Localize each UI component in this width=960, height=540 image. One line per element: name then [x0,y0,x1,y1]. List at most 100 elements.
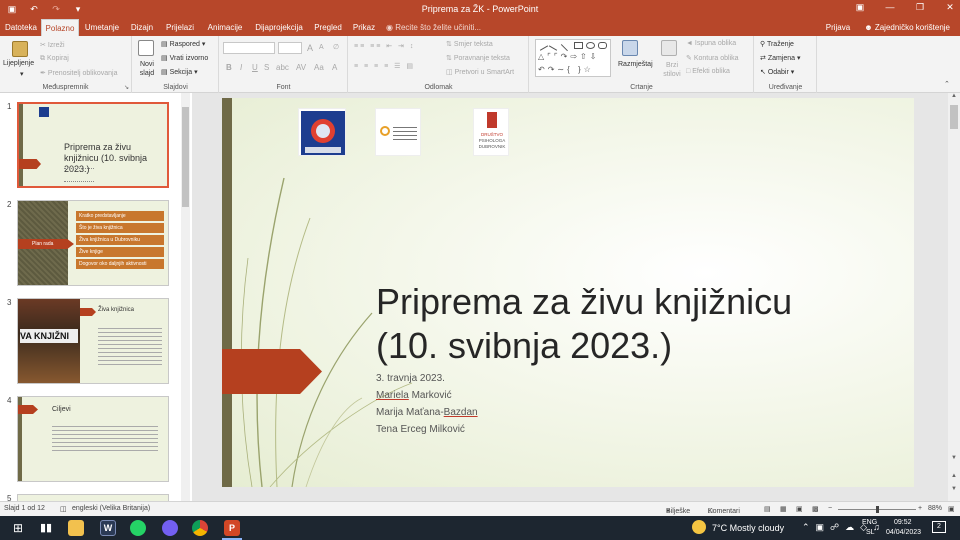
format-painter-button[interactable]: ✒ Prenositelj oblikovanja [40,69,117,77]
align-icons[interactable]: ≡ ≡ ≡ ≡ ☰ ▤ [354,62,415,70]
font-size-input[interactable] [278,42,302,54]
slide-title[interactable]: Priprema za živu knjižnicu (10. svibnja … [376,280,896,368]
bold-button[interactable]: B [226,63,232,72]
slide-scrollbar[interactable]: ▲ ▼ ▲ ▼ [948,93,960,501]
share-button[interactable]: ☻ Zajedničko korištenje [864,19,950,36]
minimize-icon[interactable]: — [884,2,896,13]
font-name-input[interactable] [223,42,275,54]
shadow-button[interactable]: S [264,63,269,72]
line-shape-icon[interactable] [536,40,549,51]
scrollbar-thumb[interactable] [950,105,958,129]
clock-time[interactable]: 09:52 [894,519,912,526]
paste-icon[interactable] [12,41,28,57]
close-icon[interactable]: ✕ [944,2,956,13]
viber-icon[interactable] [162,520,178,536]
rectangle-shape-icon[interactable] [574,42,583,49]
line-shape-icon[interactable] [548,40,561,51]
tab-insert[interactable]: Umetanje [82,19,122,36]
tab-animations[interactable]: Animacije [203,19,247,36]
tab-home[interactable]: Polazno [41,19,79,36]
align-text-button[interactable]: ⇅ Poravnanje teksta [446,54,510,62]
cut-button[interactable]: ✂ Izreži [40,41,65,49]
tab-design[interactable]: Dizajn [127,19,157,36]
list-icons[interactable]: ≡≡ ≡≡ ⇤ ⇥ ↕ [354,42,415,50]
shrink-font-icon[interactable]: A [319,44,324,51]
whatsapp-icon[interactable] [130,520,146,536]
fit-slide-icon[interactable]: ▣ [948,505,955,513]
strikethrough-icon[interactable]: abc [276,63,289,72]
new-slide-button[interactable]: Novi slajd [136,60,158,78]
word-web-app-icon[interactable]: W [100,520,116,536]
change-case-icon[interactable]: Aa [314,63,324,72]
quick-styles-icon[interactable] [661,40,677,56]
chrome-icon[interactable] [192,520,208,536]
weather-text[interactable]: 7°C Mostly cloudy [712,523,784,533]
slideshow-icon[interactable]: ▩ [812,505,819,513]
arrange-button[interactable]: Razmještaj [618,61,653,68]
reset-button[interactable]: ▤ Vrati izvorno [161,54,208,62]
windows-start-icon[interactable]: ⊞ [10,520,26,536]
slide-sorter-icon[interactable]: ▦ [780,505,787,513]
text-direction-button[interactable]: ⇅ Smjer teksta [446,40,493,48]
smartart-button[interactable]: ◫ Pretvori u SmartArt [446,68,514,76]
shapes-gallery[interactable]: △⌜⌜↷⇨⇧⇩ ↶↷∼{ }☆ [535,39,611,77]
shape-outline-button[interactable]: ✎ Kontura oblika [686,54,739,62]
slide-thumbnail-1[interactable]: Priprema za živu knjižnicu (10. svibnja … [17,102,169,188]
oval-shape-icon[interactable] [586,42,595,49]
select-button[interactable]: ↖ Odabir ▾ [760,68,794,76]
normal-view-icon[interactable]: ▤ [764,505,771,513]
input-language[interactable]: ENG [862,519,877,526]
find-button[interactable]: ⚲ Traženje [760,40,794,48]
previous-slide-icon[interactable]: ▲ [951,473,957,479]
reading-view-icon[interactable]: ▣ [796,505,803,513]
italic-button[interactable]: I [240,63,242,72]
arrow-shape-icon[interactable] [560,39,573,52]
spellcheck-icon[interactable]: ◫ [60,505,67,513]
rounded-rect-shape-icon[interactable] [598,42,607,49]
more-shapes-row[interactable]: ↶↷∼{ }☆ [538,65,594,74]
arrange-icon[interactable] [622,40,638,56]
tab-view[interactable]: Prikaz [350,19,378,36]
paste-dropdown-icon[interactable]: ▾ [20,70,24,78]
file-explorer-icon[interactable] [68,520,84,536]
dialog-launcher-icon[interactable]: ↘ [124,84,129,91]
ribbon-display-options-icon[interactable]: ▣ [854,2,866,13]
scrollbar-thumb[interactable] [182,107,189,207]
paste-button[interactable]: Lijepljenje [3,60,34,67]
thumbnails-scrollbar[interactable] [181,93,190,501]
clock-date[interactable]: 04/04/2023 [886,529,921,536]
font-color-icon[interactable]: A [332,63,337,72]
tab-review[interactable]: Pregled [311,19,345,36]
slide-author-2[interactable]: Marija Maťana-Bazdan [376,407,478,418]
powerpoint-icon[interactable]: P [224,520,240,536]
grow-font-icon[interactable]: A [307,43,313,53]
tab-transitions[interactable]: Prijelazi [162,19,198,36]
collapse-ribbon-icon[interactable]: ⌃ [944,80,950,88]
quick-styles-button[interactable]: Brzi stilovi [661,61,683,79]
task-view-icon[interactable]: ▮▮ [38,520,54,536]
slide-author-1[interactable]: Mariela Marković [376,390,452,401]
tell-me-search[interactable]: ◉ Recite što želite učiniti... [386,19,481,36]
shape-effects-button[interactable]: □ Efekti oblika [686,68,730,75]
new-slide-icon[interactable] [138,40,154,56]
spacing-icon[interactable]: AV [296,63,306,72]
restore-icon[interactable]: ❐ [914,2,926,13]
copy-button[interactable]: ⧉ Kopiraj [40,55,69,63]
weather-icon[interactable] [692,520,706,534]
current-slide[interactable]: DRUŠTVO PSIHOLOGA DUBROVNIK Priprema za … [222,98,914,487]
sign-in-link[interactable]: Prijava [826,19,850,36]
slide-thumbnail-2[interactable]: Plan rada Kratko predstavljanje Što je ž… [17,200,169,286]
replace-button[interactable]: ⇄ Zamjena ▾ [760,54,801,62]
underline-button[interactable]: U [252,63,258,72]
tab-file[interactable]: Datoteka [2,19,40,36]
section-button[interactable]: ▤ Sekcija ▾ [161,68,198,76]
slide-thumbnail-3[interactable]: VA KNJIŽNI Živa knjižnica [17,298,169,384]
tab-slideshow[interactable]: Dijaprojekcija [252,19,306,36]
scroll-down-icon[interactable]: ▼ [951,455,957,461]
zoom-out-icon[interactable]: − [828,505,832,512]
slide-thumbnail-4[interactable]: Ciljevi [17,396,169,482]
layout-button[interactable]: ▤ Raspored ▾ [161,40,205,48]
more-shapes-row[interactable]: △⌜⌜↷⇨⇧⇩ [538,52,599,61]
zoom-slider-thumb[interactable] [876,506,879,513]
zoom-level[interactable]: 88% [928,505,942,512]
